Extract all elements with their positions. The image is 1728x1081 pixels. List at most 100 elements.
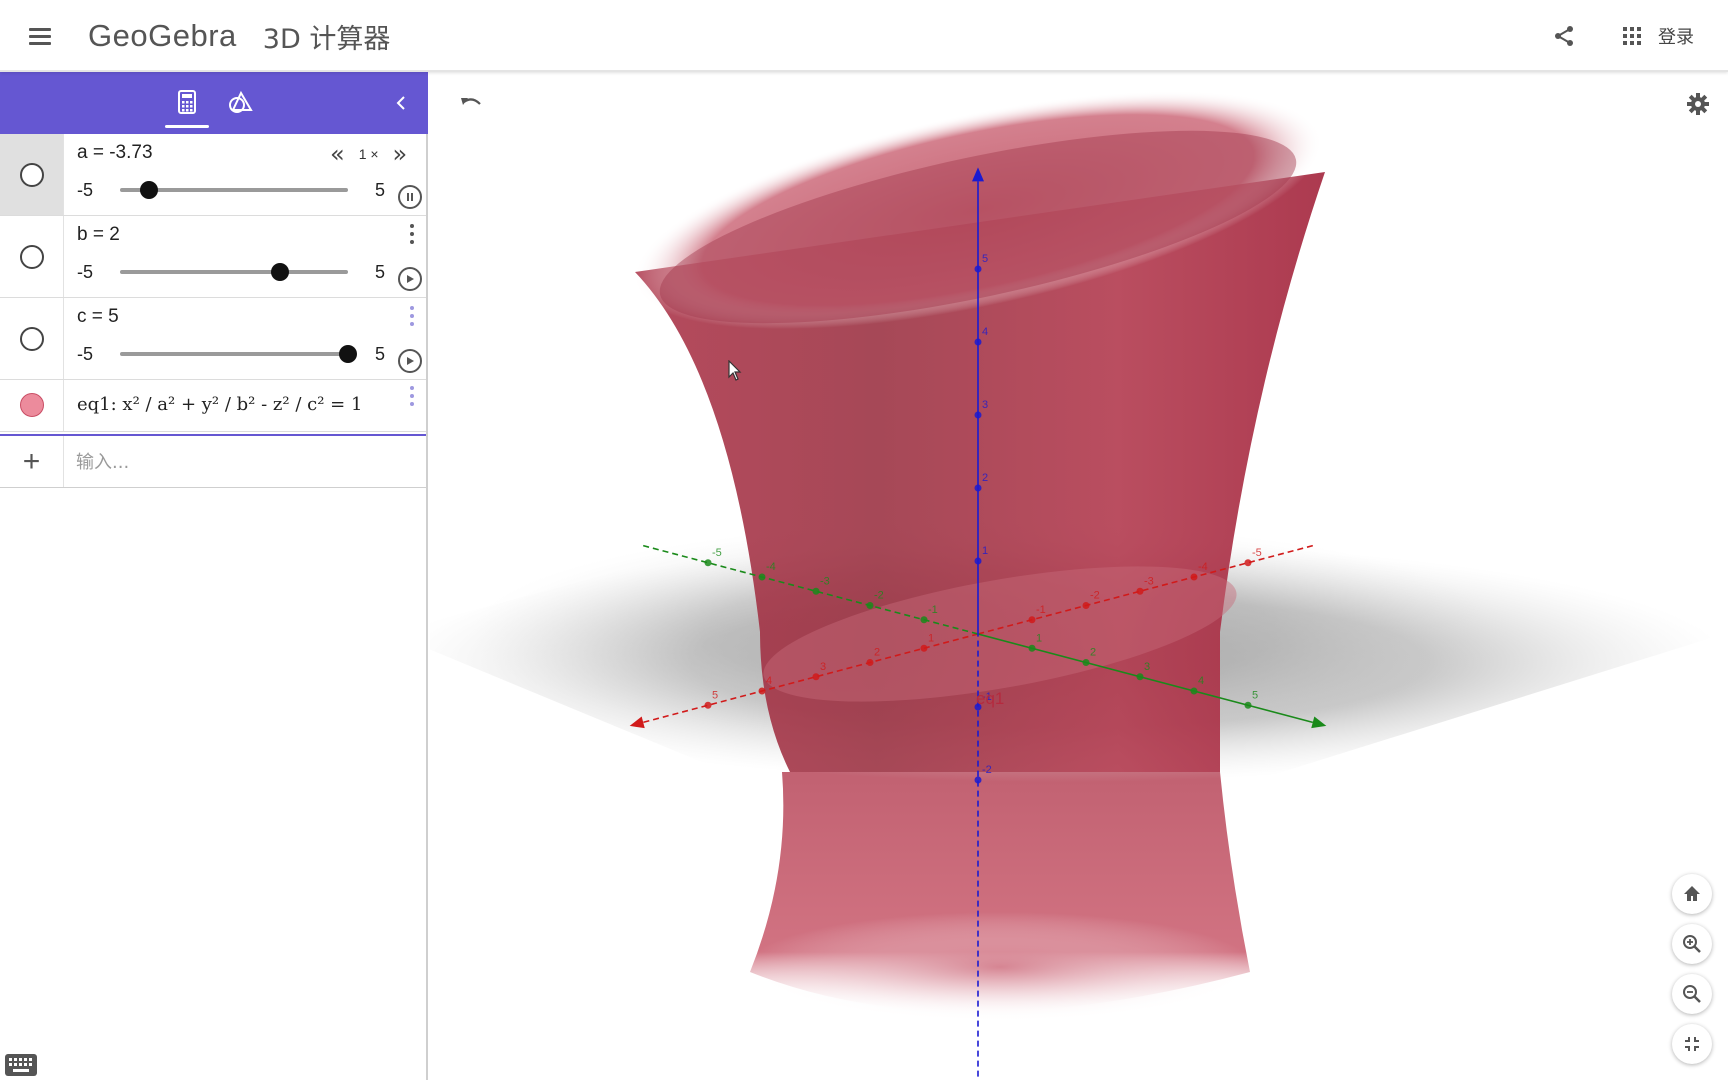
zoom-out-icon bbox=[1683, 985, 1701, 1003]
z-axis-tick-label-2: 2 bbox=[982, 472, 988, 484]
y-axis-tick-label--3: -3 bbox=[820, 575, 830, 587]
3d-scene[interactable]: -5-4-3-2-112345-5-4-3-2-11234554321-1-2 … bbox=[430, 72, 1728, 1080]
z-axis-tick-label-3: 3 bbox=[982, 399, 988, 411]
x-axis-tick--1 bbox=[1028, 616, 1036, 624]
slider-row-a[interactable]: a = -3.73 « 1 × » -5 5 bbox=[0, 134, 426, 216]
slider-a-thumb[interactable] bbox=[139, 181, 158, 199]
more-options-button-c[interactable] bbox=[406, 304, 418, 328]
z-axis-tick-2 bbox=[974, 484, 982, 492]
home-icon bbox=[1684, 886, 1700, 901]
exit-fullscreen-icon bbox=[1685, 1037, 1699, 1051]
slider-a-definition[interactable]: a = -3.73 bbox=[77, 142, 153, 164]
add-object-plus-icon[interactable]: + bbox=[23, 446, 41, 477]
panel-toolbar bbox=[0, 72, 428, 134]
visibility-toggle-eq1[interactable] bbox=[20, 393, 44, 417]
graphics-settings-button[interactable] bbox=[1680, 86, 1716, 122]
hamburger-icon-line-1 bbox=[29, 28, 51, 31]
visibility-toggle-c[interactable] bbox=[20, 327, 44, 351]
exit-fullscreen-button[interactable] bbox=[1672, 1024, 1712, 1064]
slider-a-min: -5 bbox=[77, 180, 94, 200]
tab-tools[interactable] bbox=[219, 80, 263, 124]
graphics-3d-view[interactable]: -5 -4 -3 -2 -1 1 2 3 4 5 -5 -4 -3 -2 -1 1 2 3 4 5 5 4 3 2 1 -1 -2 … bbox=[430, 72, 1728, 1080]
pause-icon bbox=[407, 193, 413, 201]
row-gutter bbox=[0, 298, 64, 379]
x-axis-tick-label--2: -2 bbox=[1090, 590, 1100, 602]
y-axis-tick--3 bbox=[812, 587, 820, 595]
x-axis-tick--3 bbox=[1136, 587, 1144, 595]
slider-a-max: 5 bbox=[375, 180, 386, 200]
y-axis-tick-1 bbox=[1028, 644, 1036, 652]
zoom-in-icon bbox=[1683, 935, 1701, 953]
equation-eq1-text[interactable]: eq1: x² / a² + y² / b² - z² / c² = 1 bbox=[77, 394, 362, 415]
slider-row-c[interactable]: c = 5 -5 5 bbox=[0, 298, 426, 380]
play-icon bbox=[407, 357, 414, 365]
mouse-pointer-icon bbox=[728, 360, 742, 381]
z-axis-tick-label-5: 5 bbox=[982, 253, 988, 265]
slow-down-button[interactable]: « bbox=[330, 142, 345, 166]
z-axis-tick-label-4: 4 bbox=[982, 326, 988, 338]
z-axis-tick-1 bbox=[974, 557, 982, 565]
z-axis-tick-4 bbox=[974, 338, 982, 346]
slider-c-track[interactable] bbox=[120, 345, 357, 363]
slider-b-thumb[interactable] bbox=[270, 263, 289, 281]
row-gutter bbox=[0, 380, 64, 431]
apps-button[interactable] bbox=[1612, 16, 1652, 56]
slider-row-b[interactable]: b = 2 -5 5 bbox=[0, 216, 426, 298]
home-view-button[interactable] bbox=[1672, 874, 1712, 914]
y-axis-tick-label--5: -5 bbox=[712, 547, 722, 559]
y-axis-tick-3 bbox=[1136, 673, 1144, 681]
apps-grid-icon bbox=[1623, 27, 1641, 45]
z-axis-tick-3 bbox=[974, 411, 982, 419]
slider-c-thumb[interactable] bbox=[339, 345, 357, 363]
pause-button-a[interactable] bbox=[398, 185, 422, 209]
x-axis-tick--2 bbox=[1082, 602, 1090, 609]
speed-up-button[interactable]: » bbox=[393, 142, 408, 166]
x-axis-tick-label-3: 3 bbox=[820, 661, 826, 673]
zoom-out-button[interactable] bbox=[1672, 974, 1712, 1014]
x-axis-tick--5 bbox=[1244, 559, 1252, 567]
x-axis-tick-label--1: -1 bbox=[1036, 604, 1046, 616]
keyboard-icon bbox=[9, 1058, 32, 1072]
more-options-button-b[interactable] bbox=[406, 222, 418, 246]
y-axis-tick--1 bbox=[920, 616, 928, 624]
x-axis-tick-label-4: 4 bbox=[766, 675, 772, 687]
speed-label[interactable]: 1 × bbox=[359, 146, 379, 162]
x-axis-tick-4 bbox=[758, 687, 766, 695]
slider-b-track[interactable] bbox=[120, 263, 348, 281]
row-gutter bbox=[0, 216, 64, 297]
x-axis-tick-label-5: 5 bbox=[712, 689, 718, 701]
more-options-button-eq1[interactable] bbox=[406, 384, 418, 408]
slider-c-max: 5 bbox=[375, 344, 386, 364]
algebra-input-field[interactable] bbox=[76, 448, 406, 476]
equation-row-eq1[interactable]: eq1: x² / a² + y² / b² - z² / c² = 1 bbox=[0, 380, 426, 432]
play-button-c[interactable] bbox=[398, 349, 422, 373]
x-axis-tick--4 bbox=[1190, 573, 1198, 581]
chevron-left-icon bbox=[396, 96, 405, 110]
share-button[interactable] bbox=[1544, 16, 1584, 56]
tab-algebra[interactable] bbox=[165, 80, 209, 128]
undo-icon bbox=[461, 98, 481, 105]
keyboard-toggle-button[interactable] bbox=[5, 1054, 37, 1076]
surface-label-eq1[interactable]: eq1 bbox=[976, 689, 1004, 708]
undo-button[interactable] bbox=[454, 86, 490, 122]
x-axis-tick-label--3: -3 bbox=[1144, 575, 1154, 587]
surface-bottom-rim bbox=[745, 912, 1255, 1022]
zoom-in-button[interactable] bbox=[1672, 924, 1712, 964]
y-axis-tick-label-1: 1 bbox=[1036, 632, 1042, 644]
row-gutter bbox=[0, 134, 64, 215]
visibility-toggle-b[interactable] bbox=[20, 245, 44, 269]
visibility-toggle-a[interactable] bbox=[20, 163, 44, 187]
z-axis-tick-label-1: 1 bbox=[982, 545, 988, 557]
play-button-b[interactable] bbox=[398, 267, 422, 291]
main-menu-button[interactable] bbox=[22, 20, 58, 52]
calculator-icon bbox=[178, 90, 196, 114]
slider-a-track[interactable] bbox=[120, 181, 348, 199]
collapse-panel-button[interactable] bbox=[386, 88, 416, 118]
slider-c-definition[interactable]: c = 5 bbox=[77, 306, 119, 328]
play-icon bbox=[407, 275, 414, 283]
app-header: GeoGebra 3D 计算器 登录 bbox=[0, 0, 1728, 72]
app-branding: GeoGebra 3D 计算器 bbox=[88, 16, 390, 56]
y-axis-tick-label--1: -1 bbox=[928, 604, 938, 616]
login-button[interactable]: 登录 bbox=[1658, 23, 1694, 49]
slider-b-definition[interactable]: b = 2 bbox=[77, 224, 120, 246]
